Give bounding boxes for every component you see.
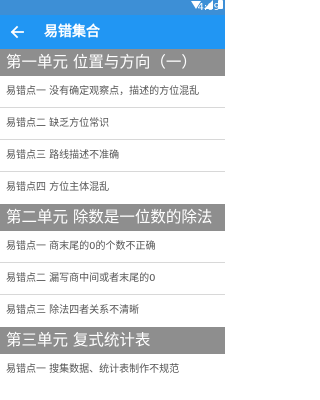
list-item[interactable]: 易错点四 方位主体混乱: [0, 172, 225, 204]
list-item[interactable]: 易错点一 搜集数据、统计表制作不规范: [0, 354, 225, 386]
section-header-unit-1: 第一单元 位置与方向（一）: [0, 49, 225, 76]
page-title: 易错集合: [44, 24, 100, 40]
list-item[interactable]: 易错点三 路线描述不准确: [0, 140, 225, 172]
list-item[interactable]: 易错点一 没有确定观察点，描述的方位混乱: [0, 76, 225, 108]
list-item[interactable]: 易错点二 漏写商中间或者末尾的0: [0, 263, 225, 295]
list-item[interactable]: 易错点三 除法四者关系不清晰: [0, 295, 225, 327]
content-list: 第一单元 位置与方向（一） 易错点一 没有确定观察点，描述的方位混乱 易错点二 …: [0, 49, 225, 386]
list-item[interactable]: 易错点二 缺乏方位常识: [0, 108, 225, 140]
list-item[interactable]: 易错点一 商末尾的0的个数不正确: [0, 231, 225, 263]
app-bar: 易错集合: [0, 15, 225, 49]
section-header-unit-3: 第三单元 复式统计表: [0, 327, 225, 354]
section-header-unit-2: 第二单元 除数是一位数的除法: [0, 204, 225, 231]
back-button[interactable]: [6, 21, 28, 43]
arrow-back-icon: [10, 25, 24, 39]
status-bar: 4:09: [0, 0, 225, 15]
status-time: 4:09: [197, 2, 220, 13]
